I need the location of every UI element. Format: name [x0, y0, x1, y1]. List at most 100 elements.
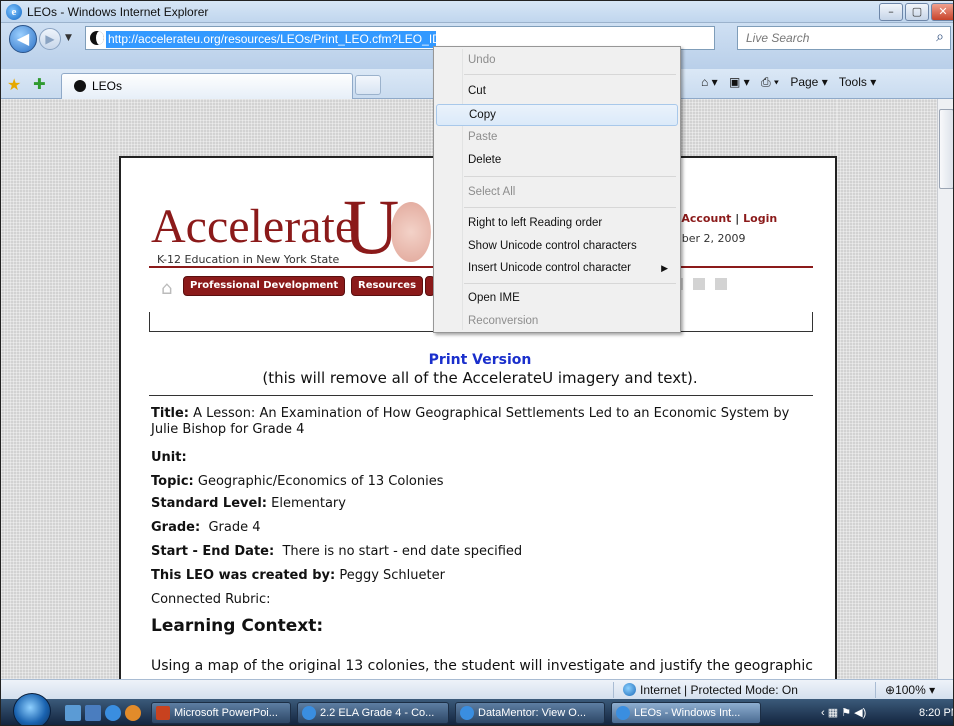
zone-label: Internet | Protected Mode: On [640, 683, 798, 697]
print-version-note: (this will remove all of the AccelerateU… [262, 369, 698, 387]
zoom-control[interactable]: ⊕100% ▾ [885, 683, 935, 697]
back-button[interactable]: ◀ [9, 25, 37, 53]
background-pattern [1, 99, 119, 679]
safety-icon[interactable]: ⚑ [841, 707, 851, 719]
status-divider [613, 682, 614, 698]
start-button[interactable] [13, 693, 51, 725]
security-zone[interactable]: Internet | Protected Mode: On [623, 683, 798, 697]
taskbar-button-leos[interactable]: LEOs - Windows Int... [611, 702, 761, 724]
window-title: LEOs - Windows Internet Explorer [27, 5, 209, 19]
system-tray: ‹ ▦ ⚑ ◀) 8:20 PM [821, 702, 953, 724]
nav-professional-development[interactable]: Professional Development [183, 276, 346, 296]
page-menu[interactable]: Page ▾ [790, 75, 827, 89]
menu-item-undo[interactable]: Undo [436, 49, 678, 71]
submenu-arrow-icon: ▶ [661, 263, 668, 273]
tools-menu[interactable]: Tools ▾ [839, 75, 876, 89]
switch-windows-icon[interactable] [85, 705, 101, 721]
tab-favicon-icon [74, 80, 86, 92]
site-tagline: K-12 Education in New York State [157, 253, 340, 266]
field-label: This LEO was created by: [151, 568, 336, 583]
leo-unit: Unit: [151, 450, 187, 465]
nav-resources[interactable]: Resources [351, 276, 424, 296]
print-icon[interactable]: ⎙ ▾ [761, 75, 779, 89]
home-icon[interactable]: ⌂ [161, 280, 179, 298]
close-button[interactable]: ✕ [931, 3, 953, 21]
print-version-title[interactable]: Print Version [121, 352, 839, 368]
title-bar: e LEOs - Windows Internet Explorer – ▢ ✕ [1, 1, 953, 23]
field-label: Unit: [151, 450, 187, 465]
favorites-star-icon[interactable]: ★ [7, 75, 21, 94]
menu-item-delete[interactable]: Delete [436, 149, 678, 171]
menu-separator [464, 283, 676, 284]
menu-item-paste[interactable]: Paste [436, 126, 678, 148]
ie-quicklaunch-icon[interactable] [105, 705, 121, 721]
field-label: Topic: [151, 474, 194, 489]
taskbar-button-powerpoint[interactable]: Microsoft PowerPoi... [151, 702, 291, 724]
menu-item-copy[interactable]: Copy [436, 104, 678, 126]
menu-item-reconversion[interactable]: Reconversion [436, 310, 678, 332]
address-url[interactable]: http://accelerateu.org/resources/LEOs/Pr… [106, 31, 436, 48]
taskbar-button-ela[interactable]: 2.2 ELA Grade 4 - Co... [297, 702, 449, 724]
status-bar: Internet | Protected Mode: On ⊕100% ▾ [1, 679, 953, 699]
new-tab-button[interactable] [355, 75, 381, 95]
menu-item-select-all[interactable]: Select All [436, 181, 678, 203]
ie-icon [616, 706, 630, 720]
clock[interactable]: 8:20 PM [919, 702, 953, 724]
browser-window: e LEOs - Windows Internet Explorer – ▢ ✕… [0, 0, 954, 726]
site-logo[interactable]: Accelerate [151, 202, 356, 252]
network-icon[interactable]: ▦ [828, 707, 838, 719]
menu-separator [464, 74, 676, 75]
home-icon[interactable]: ⌂ ▾ [701, 75, 718, 89]
tab-leos[interactable]: LEOs [61, 73, 353, 99]
field-value: Grade 4 [208, 520, 261, 535]
menu-item-rtl-reading[interactable]: Right to left Reading order [436, 212, 678, 234]
taskbar-label: Microsoft PowerPoi... [174, 707, 278, 719]
menu-item-show-unicode[interactable]: Show Unicode control characters [436, 235, 678, 257]
tray-expand-icon[interactable]: ‹ [821, 707, 825, 719]
field-label: Title: [151, 406, 190, 421]
leo-standard-level: Standard Level: Elementary [151, 496, 346, 511]
scrollbar-thumb[interactable] [939, 109, 953, 189]
menu-item-cut[interactable]: Cut [436, 80, 678, 102]
taskbar-label: 2.2 ELA Grade 4 - Co... [320, 707, 435, 719]
context-menu: Undo Cut Copy Paste Delete Select All Ri… [433, 46, 681, 333]
show-desktop-icon[interactable] [65, 705, 81, 721]
login-link[interactable]: Login [743, 212, 777, 225]
minimize-button[interactable]: – [879, 3, 903, 21]
menu-separator [464, 207, 676, 208]
current-date: mber 2, 2009 [671, 232, 746, 245]
menu-separator [464, 176, 676, 177]
field-value: Elementary [271, 496, 346, 511]
powerpoint-icon [156, 706, 170, 720]
internet-zone-icon [623, 683, 636, 696]
menu-item-insert-unicode[interactable]: Insert Unicode control character ▶ [436, 257, 678, 279]
ie-icon [460, 706, 474, 720]
field-value: Peggy Schlueter [339, 568, 445, 583]
forward-button[interactable]: ▶ [39, 28, 61, 50]
field-value: There is no start - end date specified [282, 544, 523, 559]
leo-creator: This LEO was created by: Peggy Schlueter [151, 568, 445, 583]
zoom-level: 100% [895, 683, 926, 697]
search-input[interactable]: Live Search ⌕ [737, 26, 951, 50]
field-label: Start - End Date: [151, 544, 275, 559]
menu-item-open-ime[interactable]: Open IME [436, 287, 678, 309]
vertical-scrollbar[interactable] [937, 99, 953, 679]
taskbar-button-datamentor[interactable]: DataMentor: View O... [455, 702, 605, 724]
volume-icon[interactable]: ◀) [854, 707, 866, 719]
firefox-quicklaunch-icon[interactable] [125, 705, 141, 721]
recent-pages-dropdown[interactable]: ▼ [65, 33, 72, 43]
leo-rubric: Connected Rubric: [151, 592, 271, 607]
add-favorite-icon[interactable]: ✚ [33, 75, 46, 93]
background-pattern [837, 99, 937, 679]
decor-square [715, 278, 727, 290]
menu-item-label: Insert Unicode control character [468, 262, 631, 274]
ie-icon [302, 706, 316, 720]
maximize-button[interactable]: ▢ [905, 3, 929, 21]
search-icon[interactable]: ⌕ [936, 29, 944, 45]
link-separator: | [735, 212, 740, 225]
tab-label: LEOs [92, 79, 123, 93]
feeds-icon[interactable]: ▣ ▾ [729, 75, 750, 89]
ie-logo-icon: e [6, 4, 22, 20]
leo-topic: Topic: Geographic/Economics of 13 Coloni… [151, 474, 444, 489]
leo-dates: Start - End Date: There is no start - en… [151, 544, 522, 559]
